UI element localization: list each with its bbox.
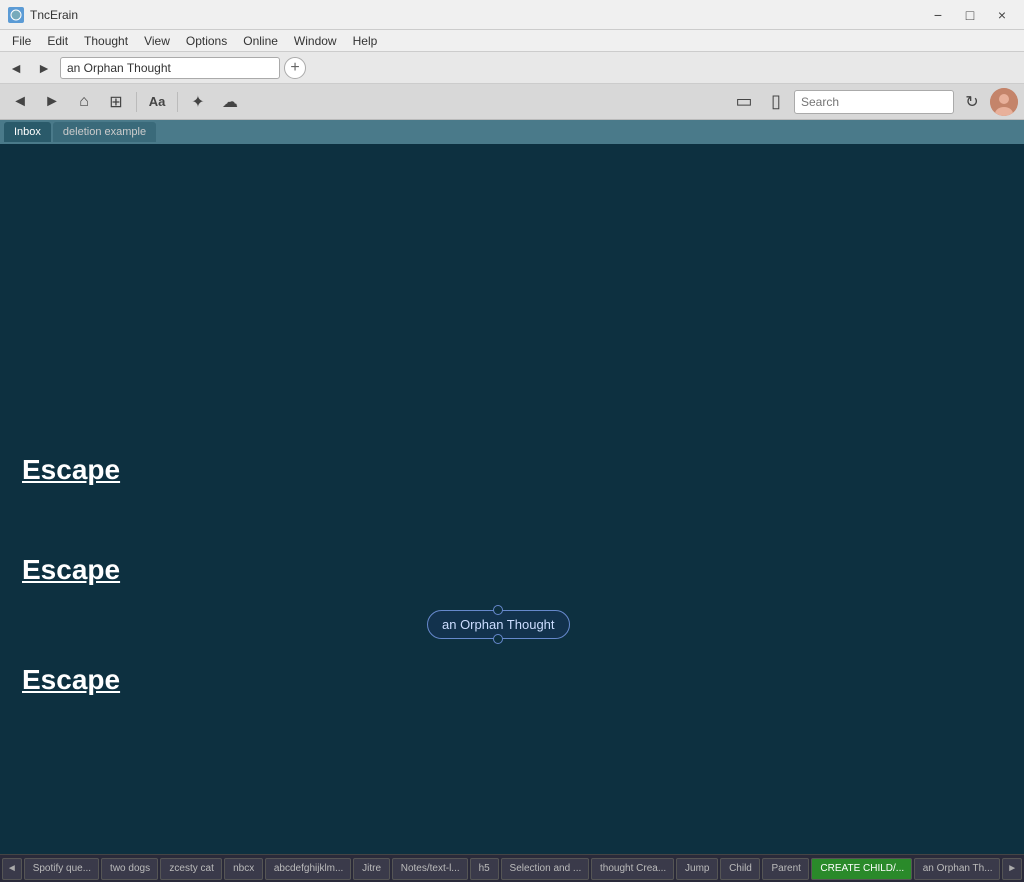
close-button[interactable]: × (988, 5, 1016, 25)
menu-view[interactable]: View (136, 32, 178, 50)
statusbar-tab-label-0: Spotify que... (33, 863, 91, 874)
toolbar-cloud-button[interactable]: ☁ (216, 88, 244, 116)
escape-label-2[interactable]: Escape (22, 554, 120, 586)
menu-file[interactable]: File (4, 32, 39, 50)
statusbar-tab-label-7: h5 (479, 863, 490, 874)
statusbar-tab-label-11: Child (729, 863, 752, 874)
statusbar-tab-5[interactable]: Jitre (353, 858, 390, 880)
search-input[interactable] (794, 90, 954, 114)
statusbar-tab-label-10: Jump (685, 863, 709, 874)
statusbar-tab-11[interactable]: Child (720, 858, 760, 880)
titlebar: TncErain − □ × (0, 0, 1024, 30)
statusbar-tab-label-5: Jitre (362, 863, 381, 874)
statusbar-tab-label-14: an Orphan Th... (923, 863, 993, 874)
statusbar-tab-label-8: Selection and ... (510, 863, 582, 874)
statusbar-prev-button[interactable]: ◄ (2, 858, 22, 880)
statusbar-tab-9[interactable]: thought Crea... (591, 858, 674, 880)
toolbar-home-button[interactable]: ⌂ (70, 88, 98, 116)
menu-online[interactable]: Online (235, 32, 286, 50)
toolbar: ◄ ► ⌂ ⊞ Aa ✦ ☁ ▭ ▯ ↻ (0, 84, 1024, 120)
statusbar-next-button[interactable]: ► (1002, 858, 1022, 880)
escape-label-3[interactable]: Escape (22, 664, 120, 696)
toolbar-view2-button[interactable]: ▯ (762, 88, 790, 116)
statusbar-tab-label-12: Parent (771, 863, 800, 874)
toolbar-refresh-button[interactable]: ↻ (958, 88, 986, 116)
menubar: File Edit Thought View Options Online Wi… (0, 30, 1024, 52)
menu-help[interactable]: Help (345, 32, 386, 50)
statusbar-tab-label-2: zcesty cat (169, 863, 213, 874)
maximize-button[interactable]: □ (956, 5, 984, 25)
statusbar-tab-label-4: abcdefghijklm... (274, 863, 343, 874)
main-canvas: Escape Escape Escape an Orphan Thought (0, 144, 1024, 854)
tab-inbox[interactable]: Inbox (4, 122, 51, 142)
toolbar-forward-button[interactable]: ► (38, 88, 66, 116)
statusbar-tab-8[interactable]: Selection and ... (501, 858, 589, 880)
app-icon (8, 7, 24, 23)
toolbar-view1-button[interactable]: ▭ (730, 88, 758, 116)
statusbar-tab-label-13: CREATE CHILD/... (820, 863, 904, 874)
toolbar-right: ▭ ▯ ↻ (730, 88, 1018, 116)
escape-label-1[interactable]: Escape (22, 454, 120, 486)
statusbar-tab-label-3: nbcx (233, 863, 254, 874)
statusbar-tab-6[interactable]: Notes/text-l... (392, 858, 468, 880)
address-text: an Orphan Thought (67, 61, 171, 75)
statusbar-tab-13[interactable]: CREATE CHILD/... (811, 858, 911, 880)
toolbar-font-button[interactable]: Aa (143, 88, 171, 116)
toolbar-separator-1 (136, 92, 137, 112)
avatar (990, 88, 1018, 116)
minimize-button[interactable]: − (924, 5, 952, 25)
new-tab-button[interactable]: + (284, 57, 306, 79)
statusbar-tab-label-9: thought Crea... (600, 863, 666, 874)
menu-window[interactable]: Window (286, 32, 345, 50)
menu-options[interactable]: Options (178, 32, 235, 50)
toolbar-grid-button[interactable]: ⊞ (102, 88, 130, 116)
menu-thought[interactable]: Thought (76, 32, 136, 50)
statusbar-tab-10[interactable]: Jump (676, 858, 718, 880)
statusbar-tab-2[interactable]: zcesty cat (160, 858, 222, 880)
address-bar: an Orphan Thought (60, 57, 280, 79)
statusbar-tab-0[interactable]: Spotify que... (24, 858, 99, 880)
titlebar-left: TncErain (8, 7, 78, 23)
navbar: ◄ ► an Orphan Thought + (0, 52, 1024, 84)
thought-node-label: an Orphan Thought (442, 617, 555, 632)
toolbar-back-button[interactable]: ◄ (6, 88, 34, 116)
statusbar-tab-1[interactable]: two dogs (101, 858, 158, 880)
statusbar-tab-14[interactable]: an Orphan Th... (914, 858, 1001, 880)
statusbar-tab-label-1: two dogs (110, 863, 150, 874)
statusbar-tab-12[interactable]: Parent (762, 858, 809, 880)
statusbar-tab-label-6: Notes/text-l... (401, 863, 460, 874)
toolbar-separator-2 (177, 92, 178, 112)
statusbar: ◄ Spotify que... two dogs zcesty cat nbc… (0, 854, 1024, 882)
thought-node-orphan[interactable]: an Orphan Thought (427, 610, 570, 639)
nav-forward-button[interactable]: ► (32, 56, 56, 80)
tabs-bar: Inbox deletion example (0, 120, 1024, 144)
tab-deletion-example[interactable]: deletion example (53, 122, 156, 142)
menu-edit[interactable]: Edit (39, 32, 76, 50)
statusbar-tab-7[interactable]: h5 (470, 858, 499, 880)
titlebar-title: TncErain (30, 8, 78, 22)
statusbar-tab-4[interactable]: abcdefghijklm... (265, 858, 351, 880)
toolbar-star-button[interactable]: ✦ (184, 88, 212, 116)
nav-back-button[interactable]: ◄ (4, 56, 28, 80)
titlebar-controls: − □ × (924, 5, 1016, 25)
statusbar-tab-3[interactable]: nbcx (224, 858, 263, 880)
